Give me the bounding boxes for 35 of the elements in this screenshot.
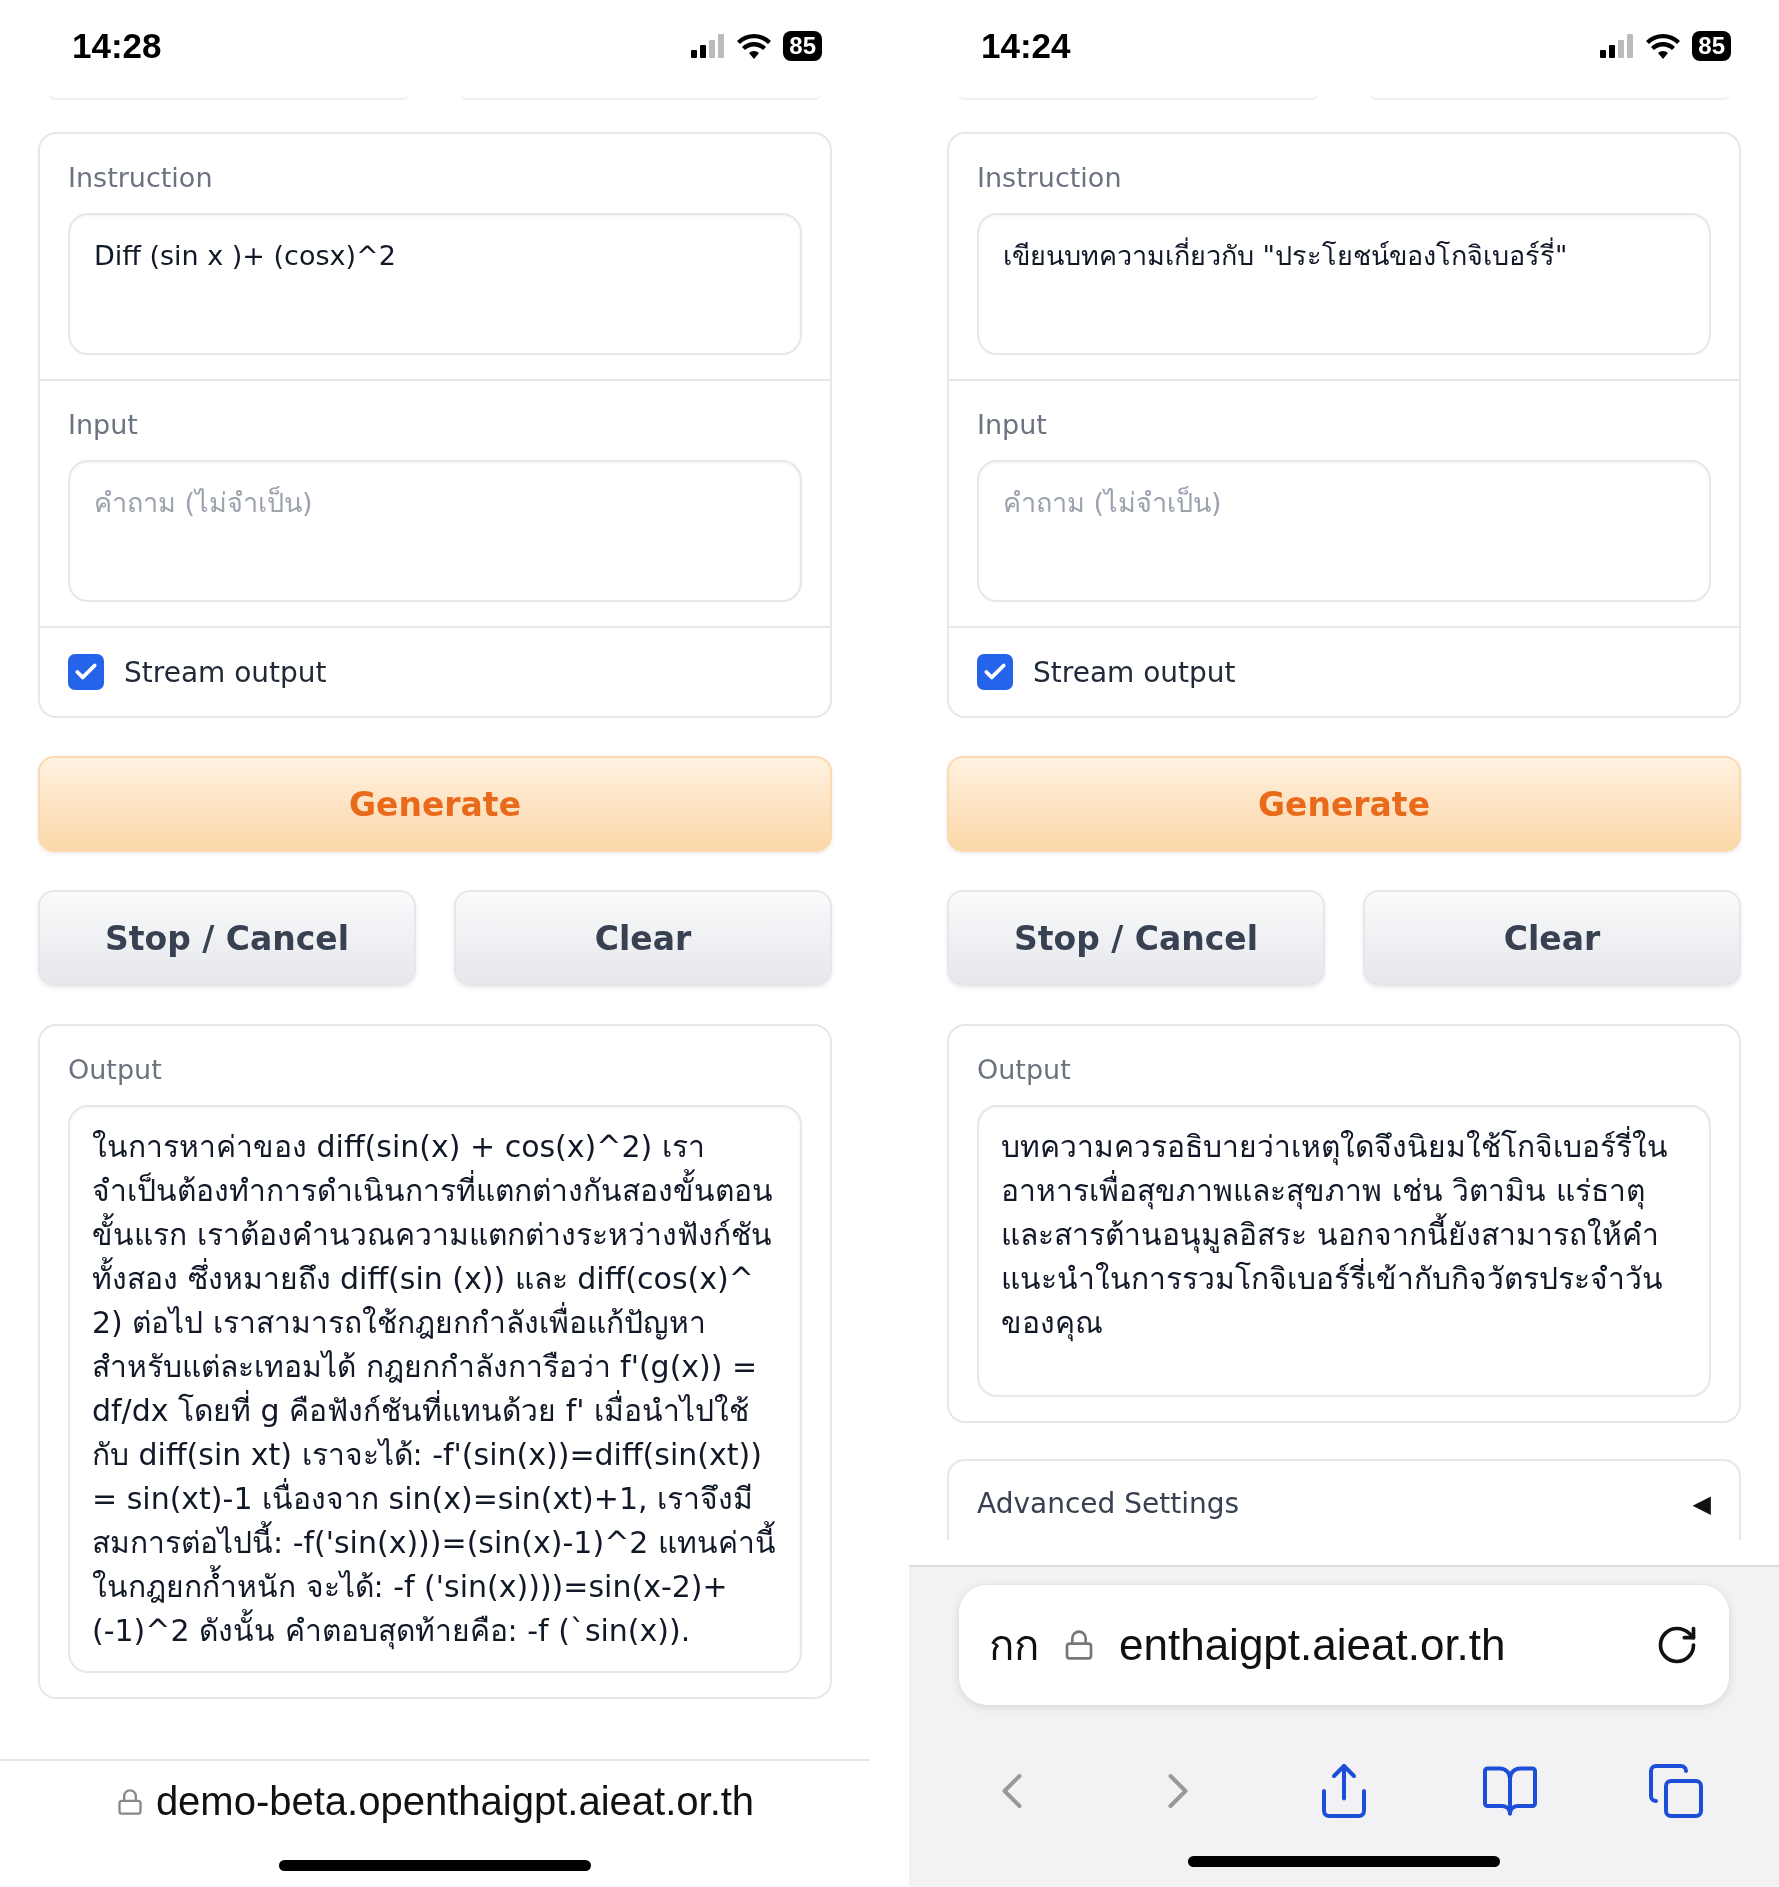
stream-checkbox[interactable] — [977, 654, 1013, 690]
stream-checkbox[interactable] — [68, 654, 104, 690]
advanced-settings-label: Advanced Settings — [977, 1487, 1240, 1520]
output-label: Output — [977, 1054, 1072, 1085]
clear-button[interactable]: Clear — [454, 890, 832, 986]
battery-level: 85 — [1692, 31, 1731, 61]
status-time: 14:28 — [72, 26, 162, 66]
instruction-label: Instruction — [68, 162, 214, 193]
instruction-field[interactable]: เขียนบทความเกี่ยวกับ "ประโยชน์ของโกจิเบอร์รี่" — [977, 213, 1711, 355]
url-text[interactable]: demo-beta.openthaigpt.aieat.or.th — [155, 1779, 755, 1824]
wifi-icon — [1646, 33, 1681, 59]
output-field: บทความควรอธิบายว่าเหตุใดจึงนิยมใช้โกจิเบอร์รี่ในอาหารเพื่อสุขภาพและสุขภาพ เช่น วิตามิน แร่ธาตุ และสารต้านอนุมูลอิสระ นอกจากนี้ยังสามารถให้คำแนะนำในการรวมโกจิเบอร์รี่เข้ากับกิจวัตรประจำวันของคุณ — [977, 1105, 1711, 1397]
url-text: enthaigpt.aieat.or.th — [1119, 1620, 1507, 1670]
output-field: ในการหาค่าของ diff(sin(x) + cos(x)^2) เราจำเป็นต้องทำการดำเนินการที่แตกต่างกันสองขั้นตอน ขั้นแรก เราต้องคำนวณความแตกต่างระหว่างฟังก์ชันทั้งสอง ซึ่งหมายถึง diff(sin (x)) และ diff(cos(x)^ 2) ต่อไป เราสามารถใช้กฎยกกำลังเพื่อแก้ปัญหาสำหรับแต่ละเทอมได้ กฎยกกำลังการือว่า f'(g(x)) = df/dx โดยที่ g คือฟังก์ชันที่แทนด้วย f' เมื่อนำไปใช้กับ diff(sin xt) เราจะได้: -f'(sin(x))=diff(sin(xt)) = sin(xt)-1 เนื่องจาก sin(x)=sin(xt)+1, เราจึงมีสมการต่อไปนี้: -f('sin(x)))=(sin(x)-1)^2 แทนค่านี้ในกฎยกก้ำหนัก จะได้: -f ('sin(x))))=sin(x-2)+(-1)^2 ดังนั้น คำตอบสุดท้ายคือ: -f (`sin(x)). — [68, 1105, 802, 1673]
status-time: 14:24 — [981, 26, 1071, 66]
advanced-settings-panel[interactable]: Advanced Settings ◀ — [947, 1459, 1741, 1540]
signal-icon — [691, 34, 726, 58]
clear-button[interactable]: Clear — [1363, 890, 1741, 986]
instruction-label: Instruction — [977, 162, 1123, 193]
lock-icon — [115, 1787, 144, 1816]
input-label: Input — [977, 409, 1048, 440]
stream-output-label: Stream output — [1033, 655, 1236, 689]
output-label: Output — [68, 1054, 163, 1085]
stream-output-label: Stream output — [124, 655, 327, 689]
input-label: Input — [68, 409, 139, 440]
stop-cancel-button[interactable]: Stop / Cancel — [947, 890, 1325, 986]
wifi-icon — [737, 33, 772, 59]
stop-cancel-button[interactable]: Stop / Cancel — [38, 890, 416, 986]
instruction-field[interactable]: Diff (sin x )+ (cosx)^2 — [68, 213, 802, 355]
signal-icon — [1600, 34, 1635, 58]
text-size-button[interactable]: กก — [989, 1612, 1039, 1678]
lock-icon — [1063, 1629, 1095, 1661]
address-bar[interactable]: กก enthaigpt.aieat.or.th — [959, 1585, 1729, 1705]
battery-level: 85 — [783, 31, 822, 61]
collapse-arrow: ◀ — [1692, 1489, 1711, 1518]
